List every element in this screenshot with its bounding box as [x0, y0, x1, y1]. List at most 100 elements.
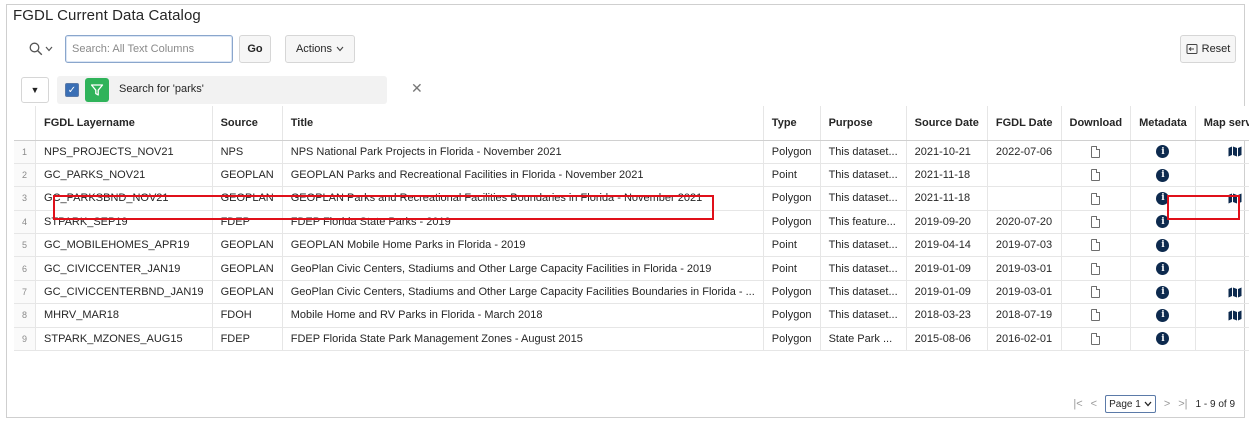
row-number: 8 [14, 303, 36, 328]
cell-type: Polygon [762, 280, 821, 305]
cell-title: FDEP Florida State Parks - 2019 [281, 210, 764, 235]
cell-layername: STPARK_MZONES_AUG15 [35, 327, 213, 352]
download-file-icon[interactable] [1091, 169, 1101, 182]
cell-fgdl-date: 2020-07-20 [986, 210, 1061, 235]
collapse-filters-button[interactable]: ▼ [21, 77, 49, 103]
cell-type: Polygon [762, 186, 821, 211]
cell-source-date: 2019-01-09 [905, 280, 988, 305]
metadata-info-icon[interactable]: i [1156, 168, 1170, 182]
reset-button[interactable]: Reset [1180, 35, 1236, 63]
map-service-icon[interactable] [1228, 193, 1242, 204]
cell-layername: GC_CIVICCENTERBND_JAN19 [35, 280, 213, 305]
table-body: 1 NPS_PROJECTS_NOV21 NPS NPS National Park … [14, 140, 1249, 352]
cell-source: FDEP [211, 210, 283, 235]
actions-menu-button[interactable]: Actions [285, 35, 355, 63]
cell-purpose: This dataset... [819, 303, 907, 328]
table-row: 9 STPARK_MZONES_AUG15 FDEP FDEP Florida Sta… [14, 327, 1249, 352]
header-map-service[interactable]: Map service [1194, 106, 1249, 141]
download-file-icon[interactable] [1091, 192, 1101, 205]
header-purpose[interactable]: Purpose [819, 106, 907, 141]
metadata-info-icon[interactable]: i [1156, 238, 1170, 252]
row-number: 9 [14, 327, 36, 352]
first-page-button[interactable]: |< [1073, 398, 1082, 410]
cell-layername: STPARK_SEP19 [35, 210, 213, 235]
download-file-icon[interactable] [1091, 239, 1101, 252]
cell-title: GeoPlan Civic Centers, Stadiums and Othe… [281, 280, 764, 305]
cell-fgdl-date: 2019-03-01 [986, 280, 1061, 305]
metadata-info-icon[interactable]: i [1156, 215, 1170, 229]
download-file-icon[interactable] [1091, 145, 1101, 158]
cell-purpose: This dataset... [819, 280, 907, 305]
row-number: 4 [14, 210, 36, 235]
download-file-icon[interactable] [1091, 262, 1101, 275]
download-file-icon[interactable] [1091, 215, 1101, 228]
cell-metadata: i [1130, 233, 1196, 258]
download-file-icon[interactable] [1091, 286, 1101, 299]
cell-purpose: State Park ... [819, 327, 907, 352]
cell-source-date: 2021-10-21 [905, 140, 988, 164]
reset-icon [1186, 44, 1198, 54]
cell-download [1060, 163, 1131, 188]
cell-fgdl-date: 2018-07-19 [986, 303, 1061, 328]
table-row: 5 GC_MOBILEHOMES_APR19 GEOPLAN GEOPLAN Mobi… [14, 233, 1249, 258]
metadata-info-icon[interactable]: i [1156, 285, 1170, 299]
row-number-header [14, 106, 36, 141]
last-page-button[interactable]: >| [1178, 398, 1187, 410]
header-title[interactable]: Title [281, 106, 764, 141]
filter-text[interactable]: Search for 'parks' [119, 83, 204, 95]
go-button[interactable]: Go [239, 35, 271, 63]
cell-metadata: i [1130, 303, 1196, 328]
cell-source-date: 2019-09-20 [905, 210, 988, 235]
header-fgdl-date[interactable]: FGDL Date [986, 106, 1061, 141]
metadata-info-icon[interactable]: i [1156, 308, 1170, 322]
header-layername[interactable]: FGDL Layername [35, 106, 213, 141]
header-type[interactable]: Type [762, 106, 821, 141]
row-range: 1 - 9 of 9 [1195, 398, 1235, 410]
search-input[interactable] [65, 35, 233, 63]
filter-icon[interactable] [85, 78, 109, 102]
cell-purpose: This dataset... [819, 186, 907, 211]
cell-layername: GC_PARKS_NOV21 [35, 163, 213, 188]
header-metadata[interactable]: Metadata [1130, 106, 1196, 141]
metadata-info-icon[interactable]: i [1156, 332, 1170, 346]
search-column-button[interactable] [21, 35, 61, 63]
cell-type: Polygon [762, 327, 821, 352]
chevron-down-icon [1144, 401, 1152, 407]
map-service-icon[interactable] [1228, 287, 1242, 298]
remove-filter-icon[interactable]: ✕ [411, 80, 423, 97]
cell-title: GEOPLAN Mobile Home Parks in Florida - 2… [281, 233, 764, 258]
header-source[interactable]: Source [211, 106, 283, 141]
cell-source-date: 2019-04-14 [905, 233, 988, 258]
page-select[interactable]: Page 1 [1105, 395, 1156, 413]
cell-metadata: i [1130, 186, 1196, 211]
metadata-info-icon[interactable]: i [1156, 145, 1170, 159]
cell-purpose: This feature... [819, 210, 907, 235]
caret-down-icon: ▼ [30, 85, 40, 95]
header-download[interactable]: Download [1060, 106, 1131, 141]
chevron-down-icon [45, 46, 53, 52]
row-number: 6 [14, 256, 36, 281]
download-file-icon[interactable] [1091, 309, 1101, 322]
cell-source: FDEP [211, 327, 283, 352]
cell-metadata: i [1130, 140, 1196, 164]
filter-enable-checkbox[interactable]: ✓ [65, 83, 79, 97]
cell-map-service [1194, 140, 1249, 164]
cell-map-service [1194, 210, 1249, 235]
table-row: 3 GC_PARKSBND_NOV21 GEOPLAN GEOPLAN Parks a… [14, 186, 1249, 211]
map-service-icon[interactable] [1228, 310, 1242, 321]
cell-title: GEOPLAN Parks and Recreational Facilitie… [281, 186, 764, 211]
map-service-icon[interactable] [1228, 146, 1242, 157]
next-page-button[interactable]: > [1164, 398, 1170, 410]
cell-purpose: This dataset... [819, 140, 907, 164]
download-file-icon[interactable] [1091, 332, 1101, 345]
cell-fgdl-date: 2019-03-01 [986, 256, 1061, 281]
cell-source-date: 2021-11-18 [905, 163, 988, 188]
cell-map-service [1194, 327, 1249, 352]
metadata-info-icon[interactable]: i [1156, 262, 1170, 276]
metadata-info-icon[interactable]: i [1156, 191, 1170, 205]
cell-map-service [1194, 303, 1249, 328]
header-source-date[interactable]: Source Date [905, 106, 988, 141]
previous-page-button[interactable]: < [1091, 398, 1097, 410]
cell-metadata: i [1130, 256, 1196, 281]
cell-fgdl-date: 2022-07-06 [986, 140, 1061, 164]
